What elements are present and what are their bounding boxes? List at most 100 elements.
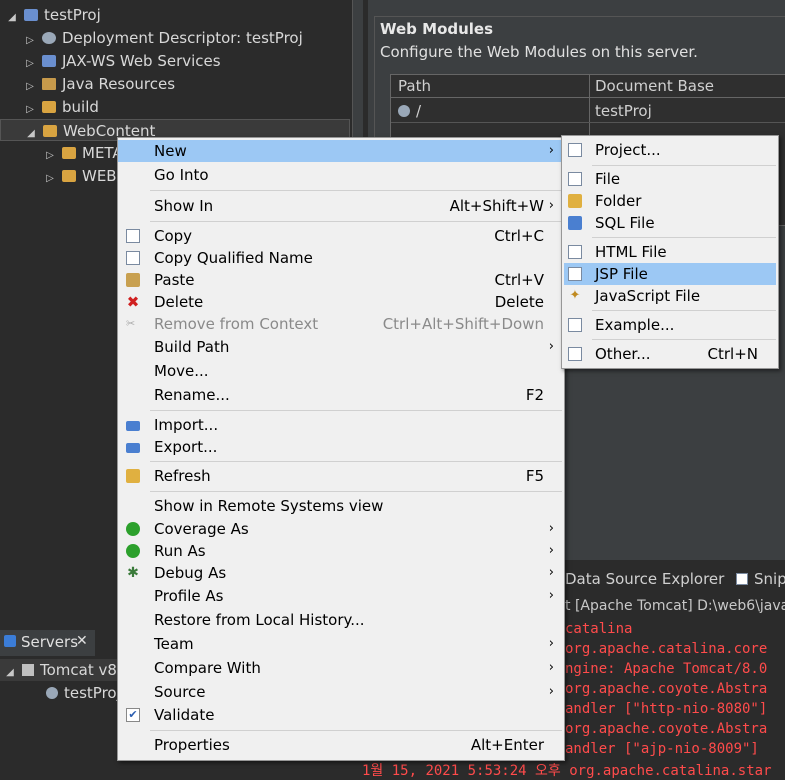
descriptor-icon bbox=[42, 32, 56, 44]
tab-servers[interactable]: Servers ✕ bbox=[0, 630, 95, 656]
column-header-path[interactable]: Path bbox=[392, 75, 431, 97]
new-project-icon bbox=[568, 143, 582, 157]
menu-item-delete[interactable]: ✖ Delete Delete bbox=[118, 291, 564, 313]
import-icon bbox=[126, 421, 140, 431]
menu-item-remove-from-context[interactable]: ✂ Remove from Context Ctrl+Alt+Shift+Dow… bbox=[118, 313, 564, 335]
submenu-item-folder[interactable]: Folder bbox=[562, 190, 778, 212]
menu-item-copy[interactable]: Copy Ctrl+C bbox=[118, 225, 564, 247]
submenu-arrow-icon: › bbox=[548, 636, 554, 651]
column-header-document-base[interactable]: Document Base bbox=[589, 75, 714, 97]
menu-item-profile-as[interactable]: Profile As › bbox=[118, 585, 564, 607]
close-icon[interactable]: ✕ bbox=[76, 633, 88, 649]
submenu-arrow-icon: › bbox=[548, 521, 554, 536]
tree-item-java-resources[interactable]: ▷ Java Resources bbox=[24, 73, 175, 95]
menu-item-compare-with[interactable]: Compare With › bbox=[118, 657, 564, 679]
html-file-icon bbox=[568, 245, 582, 259]
menu-item-paste[interactable]: Paste Ctrl+V bbox=[118, 269, 564, 291]
server-module-testproj[interactable]: testProj bbox=[46, 682, 121, 704]
collapse-arrow-icon[interactable]: ◢ bbox=[6, 7, 18, 29]
servers-icon bbox=[4, 635, 16, 647]
validate-check-icon: ✔ bbox=[126, 708, 140, 722]
run-icon bbox=[126, 544, 140, 558]
copy-icon bbox=[126, 229, 140, 243]
menu-separator bbox=[150, 221, 562, 222]
menu-item-move[interactable]: Move... bbox=[118, 360, 564, 382]
expand-arrow-icon[interactable]: ▷ bbox=[44, 145, 56, 167]
module-icon bbox=[398, 105, 410, 117]
menu-separator bbox=[150, 190, 562, 191]
menu-item-copy-qualified-name[interactable]: Copy Qualified Name bbox=[118, 247, 564, 269]
console-line: 1월 15, 2021 5:53:24 오후 org.apache.catali… bbox=[362, 763, 772, 779]
submenu-arrow-icon: › bbox=[548, 198, 554, 213]
collapse-arrow-icon[interactable]: ◢ bbox=[4, 662, 16, 684]
tree-item-testproj[interactable]: ◢ testProj bbox=[6, 4, 101, 26]
folder-icon bbox=[62, 170, 76, 182]
menu-item-team[interactable]: Team › bbox=[118, 633, 564, 655]
folder-icon bbox=[62, 147, 76, 159]
submenu-arrow-icon: › bbox=[548, 684, 554, 699]
menu-item-debug-as[interactable]: ✱ Debug As › bbox=[118, 562, 564, 584]
menu-item-build-path[interactable]: Build Path › bbox=[118, 336, 564, 358]
remove-context-icon: ✂ bbox=[126, 317, 136, 330]
menu-item-source[interactable]: Source › bbox=[118, 681, 564, 703]
menu-item-restore-local-history[interactable]: Restore from Local History... bbox=[118, 609, 564, 631]
menu-item-validate[interactable]: ✔ Validate bbox=[118, 704, 564, 726]
menu-item-run-as[interactable]: Run As › bbox=[118, 540, 564, 562]
submenu-arrow-icon: › bbox=[548, 339, 554, 354]
submenu-arrow-icon: › bbox=[548, 565, 554, 580]
menu-item-properties[interactable]: Properties Alt+Enter bbox=[118, 734, 564, 756]
menu-item-coverage-as[interactable]: Coverage As › bbox=[118, 518, 564, 540]
submenu-item-sql-file[interactable]: SQL File bbox=[562, 212, 778, 234]
submenu-item-html-file[interactable]: HTML File bbox=[562, 241, 778, 263]
submenu-item-javascript-file[interactable]: ✦ JavaScript File bbox=[562, 285, 778, 307]
module-icon bbox=[46, 687, 58, 699]
tree-item-jaxws[interactable]: ▷ JAX-WS Web Services bbox=[24, 50, 220, 75]
expand-arrow-icon[interactable]: ▷ bbox=[24, 53, 36, 75]
jsp-file-icon bbox=[568, 267, 582, 281]
expand-arrow-icon[interactable]: ▷ bbox=[44, 168, 56, 190]
console-line: org.apache.coyote.Abstra bbox=[565, 681, 768, 697]
delete-icon: ✖ bbox=[126, 293, 140, 311]
expand-arrow-icon[interactable]: ▷ bbox=[24, 76, 36, 98]
submenu-arrow-icon: › bbox=[548, 588, 554, 603]
submenu-item-example[interactable]: Example... bbox=[562, 314, 778, 336]
tab-snippets[interactable]: Snippets bbox=[736, 570, 785, 588]
submenu-item-jsp-file[interactable]: JSP File bbox=[564, 263, 776, 285]
submenu-item-other[interactable]: Other... Ctrl+N bbox=[562, 343, 778, 365]
tab-data-source-explorer[interactable]: Data Source Explorer bbox=[565, 570, 724, 588]
export-icon bbox=[126, 443, 140, 453]
menu-item-show-remote-systems[interactable]: Show in Remote Systems view bbox=[118, 495, 564, 517]
paste-icon bbox=[126, 273, 140, 287]
server-item-tomcat[interactable]: ◢ Tomcat v8. bbox=[0, 659, 122, 684]
menu-item-show-in[interactable]: Show In Alt+Shift+W › bbox=[118, 195, 564, 217]
table-cell-doc-base: testProj bbox=[595, 102, 652, 120]
submenu-item-project[interactable]: Project... bbox=[562, 139, 778, 161]
tree-item-deployment-descriptor[interactable]: ▷ Deployment Descriptor: testProj bbox=[24, 27, 303, 49]
menu-separator bbox=[592, 339, 776, 340]
table-row[interactable]: / bbox=[398, 100, 421, 122]
submenu-arrow-icon: › bbox=[548, 543, 554, 558]
submenu-item-file[interactable]: File bbox=[562, 168, 778, 190]
context-menu: New › Go Into Show In Alt+Shift+W › Copy… bbox=[117, 137, 565, 761]
menu-separator bbox=[592, 237, 776, 238]
menu-item-export[interactable]: Export... bbox=[118, 436, 564, 458]
tree-item-build[interactable]: ▷ build bbox=[24, 96, 99, 118]
menu-item-rename[interactable]: Rename... F2 bbox=[118, 384, 564, 406]
menu-item-refresh[interactable]: Refresh F5 bbox=[118, 465, 564, 487]
other-wizard-icon bbox=[568, 347, 582, 361]
new-submenu: Project... File Folder SQL File HTML Fil… bbox=[561, 135, 779, 369]
debug-icon: ✱ bbox=[127, 565, 139, 581]
menu-item-import[interactable]: Import... bbox=[118, 414, 564, 436]
javascript-file-icon: ✦ bbox=[569, 288, 581, 303]
console-line: ngine: Apache Tomcat/8.0 bbox=[565, 661, 768, 677]
menu-separator bbox=[592, 165, 776, 166]
collapse-arrow-icon[interactable]: ◢ bbox=[25, 123, 37, 145]
menu-item-new[interactable]: New › bbox=[118, 140, 564, 162]
example-icon bbox=[568, 318, 582, 332]
menu-item-go-into[interactable]: Go Into bbox=[118, 164, 564, 186]
console-line: catalina bbox=[565, 621, 633, 637]
submenu-arrow-icon: › bbox=[548, 660, 554, 675]
expand-arrow-icon[interactable]: ▷ bbox=[24, 99, 36, 121]
expand-arrow-icon[interactable]: ▷ bbox=[24, 30, 36, 52]
console-line: org.apache.catalina.core bbox=[565, 641, 768, 657]
